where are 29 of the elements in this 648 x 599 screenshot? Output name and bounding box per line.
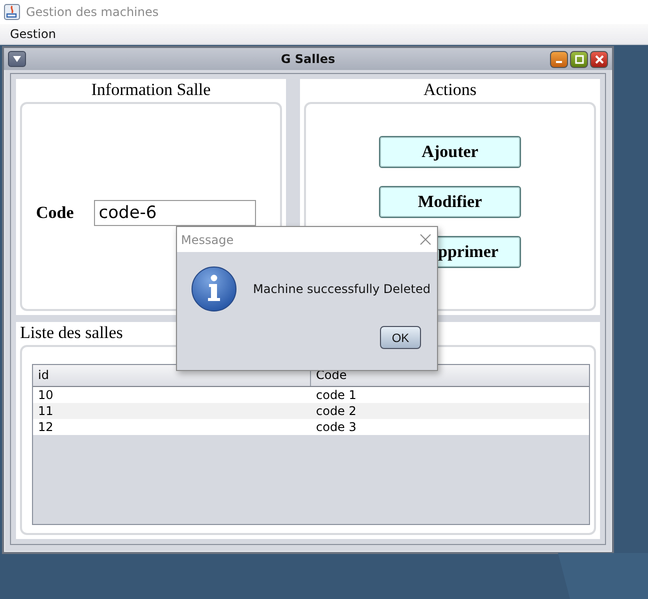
maximize-button[interactable]: [570, 50, 588, 68]
maximize-icon: [574, 54, 584, 64]
field-label: Code: [36, 203, 74, 223]
close-icon: [594, 54, 604, 64]
action-button[interactable]: Modifier: [379, 186, 521, 218]
close-button[interactable]: [590, 50, 608, 68]
minimize-button[interactable]: [550, 50, 568, 68]
window-menu-button[interactable]: [8, 51, 26, 67]
dialog-message: Machine successfully Deleted: [253, 282, 430, 296]
action-button[interactable]: Ajouter: [379, 136, 521, 168]
table-cell-text: 10: [37, 387, 54, 403]
caret-icon: [13, 56, 21, 62]
frame-title: G Salles: [280, 52, 336, 66]
table-cell-text: 12: [37, 419, 54, 435]
dialog-title: Message: [181, 232, 234, 246]
panel-title: Liste des salles: [20, 322, 123, 344]
panel-title: Actions: [424, 79, 476, 101]
menu-item[interactable]: Gestion: [4, 27, 62, 41]
code-field[interactable]: code-6: [94, 200, 256, 226]
panel-title: Information Salle: [91, 79, 211, 101]
table-cell-text: 11: [37, 403, 54, 419]
table-cell-text: code 3: [315, 419, 358, 435]
window-title: Gestion des machines: [26, 5, 159, 19]
close-icon: [420, 234, 431, 245]
close-button[interactable]: [418, 232, 433, 247]
table-cell-text: code 2: [315, 403, 358, 419]
ok-button[interactable]: OK: [380, 326, 421, 349]
info-icon: [191, 266, 237, 312]
table-cell-text: code 1: [315, 387, 358, 403]
